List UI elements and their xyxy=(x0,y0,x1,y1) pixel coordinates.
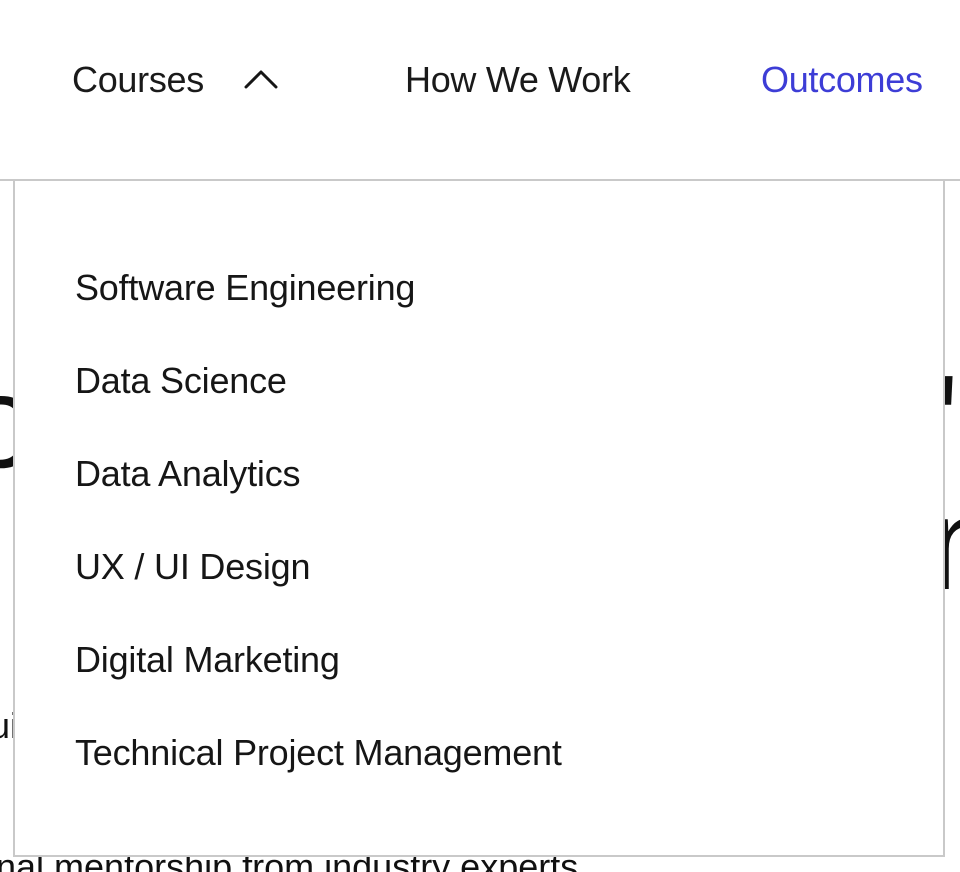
menu-item-software-engineering[interactable]: Software Engineering xyxy=(75,261,562,354)
nav-courses-label: Courses xyxy=(72,59,204,100)
nav-how-we-work-label: How We Work xyxy=(405,59,631,100)
nav-divider xyxy=(945,179,960,181)
menu-item-digital-marketing[interactable]: Digital Marketing xyxy=(75,633,562,726)
main-nav: Courses How We Work Outcomes xyxy=(0,0,960,160)
hero-heading-fragment: l xyxy=(0,478,3,610)
page: o ' l n ui nal mentorship from industry … xyxy=(0,0,960,872)
nav-courses[interactable]: Courses xyxy=(72,56,278,104)
menu-item-data-analytics[interactable]: Data Analytics xyxy=(75,447,562,540)
chevron-up-icon[interactable] xyxy=(244,63,278,97)
menu-item-technical-project-management[interactable]: Technical Project Management xyxy=(75,726,562,819)
courses-dropdown: Software Engineering Data Science Data A… xyxy=(13,179,945,857)
nav-outcomes[interactable]: Outcomes xyxy=(761,56,923,104)
nav-outcomes-label: Outcomes xyxy=(761,59,923,100)
nav-how-we-work[interactable]: How We Work xyxy=(405,56,631,104)
menu-item-ux-ui-design[interactable]: UX / UI Design xyxy=(75,540,562,633)
menu-item-data-science[interactable]: Data Science xyxy=(75,354,562,447)
nav-divider xyxy=(0,179,14,181)
courses-menu: Software Engineering Data Science Data A… xyxy=(75,261,562,819)
